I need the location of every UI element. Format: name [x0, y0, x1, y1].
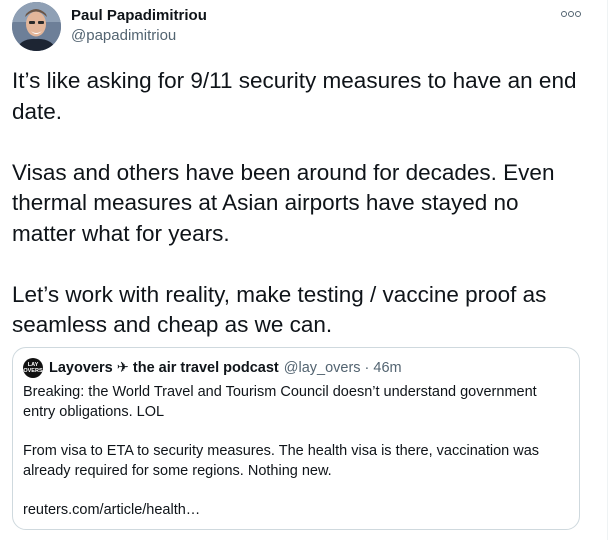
author-block: Paul Papadimitriou @papadimitriou	[71, 7, 207, 45]
author-name[interactable]: Paul Papadimitriou	[71, 7, 207, 25]
avatar-photo	[12, 2, 61, 51]
author-handle[interactable]: @papadimitriou	[71, 27, 207, 45]
quoted-tweet-card[interactable]: LAY OVERS Layovers ✈ the air travel podc…	[12, 347, 580, 530]
quoted-tweet-text: Breaking: the World Travel and Tourism C…	[23, 382, 569, 481]
quoted-author-name: Layovers ✈ the air travel podcast	[49, 360, 279, 376]
quoted-paragraph: Breaking: the World Travel and Tourism C…	[23, 384, 537, 420]
tweet-paragraph: Visas and others have been around for de…	[12, 159, 555, 246]
quoted-author-meta: @lay_overs · 46m	[283, 360, 402, 376]
more-options-icon[interactable]	[561, 9, 581, 19]
quoted-author-avatar: LAY OVERS	[23, 358, 43, 378]
quoted-tweet-header: LAY OVERS Layovers ✈ the air travel podc…	[23, 358, 402, 378]
tweet: Paul Papadimitriou @papadimitriou It’s l…	[0, 0, 600, 540]
tweet-paragraph: It’s like asking for 9/11 security measu…	[12, 68, 577, 124]
quoted-paragraph: From visa to ETA to security measures. T…	[23, 443, 540, 479]
logo-text-bottom: OVERS	[23, 368, 43, 374]
quoted-link[interactable]: reuters.com/article/health…	[23, 500, 200, 520]
author-avatar[interactable]	[12, 2, 61, 51]
tweet-paragraph: Let’s work with reality, make testing / …	[12, 281, 547, 338]
tweet-text: It’s like asking for 9/11 security measu…	[12, 66, 587, 341]
